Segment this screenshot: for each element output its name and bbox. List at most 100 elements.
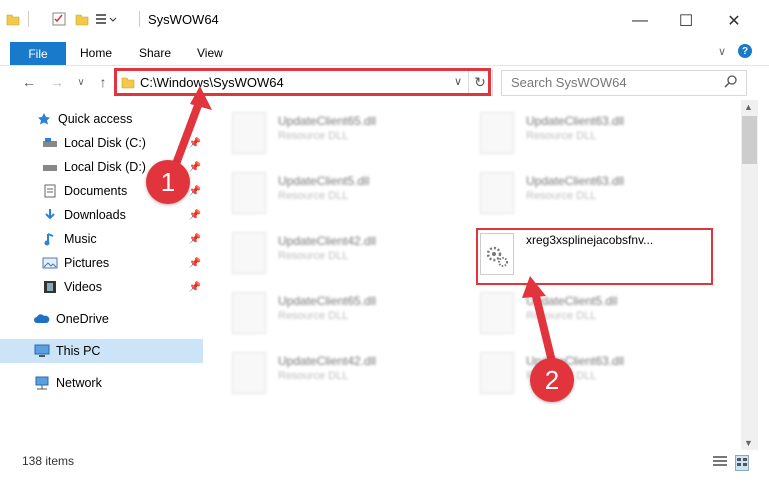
file-item[interactable]: UpdateClient5.dll Resource DLL: [480, 292, 710, 342]
file-item[interactable]: UpdateClient65.dll Resource DLL: [232, 292, 462, 342]
dll-file-icon: [232, 352, 266, 394]
pin-icon: 📌: [188, 137, 201, 149]
computer-icon: [34, 344, 50, 358]
sidebar-item-label: Downloads: [64, 208, 126, 222]
file-type: Resource DLL: [526, 130, 597, 142]
sidebar-item-label: Local Disk (D:): [64, 160, 146, 174]
file-name: UpdateClient5.dll: [278, 174, 370, 188]
pin-icon: 📌: [188, 209, 201, 221]
drive-icon: [42, 160, 58, 174]
scrollbar-thumb[interactable]: [742, 116, 757, 164]
details-view-icon[interactable]: [713, 455, 727, 470]
pin-icon: 📌: [188, 257, 201, 269]
file-type: Resource DLL: [278, 250, 349, 262]
sidebar-item-label: Network: [56, 376, 102, 390]
file-item[interactable]: UpdateClient5.dll Resource DLL: [232, 172, 462, 222]
file-name: UpdateClient42.dll: [278, 354, 377, 368]
dll-file-icon: [480, 352, 514, 394]
dll-file-icon: [480, 172, 514, 214]
videos-icon: [42, 280, 58, 294]
file-name: UpdateClient63.dll: [526, 174, 625, 188]
network-icon: [34, 376, 50, 390]
pictures-icon: [42, 256, 58, 270]
star-icon: [36, 112, 52, 126]
file-name: UpdateClient63.dll: [526, 114, 625, 128]
dll-file-icon: [480, 292, 514, 334]
sidebar-item-label: Videos: [64, 280, 102, 294]
customize-toolbar-icon[interactable]: [95, 12, 117, 26]
target-file-highlight: [476, 228, 713, 285]
tab-share[interactable]: Share: [139, 46, 171, 60]
sidebar-item-videos[interactable]: Videos 📌: [0, 275, 205, 299]
properties-icon[interactable]: [52, 12, 66, 26]
tab-view[interactable]: View: [197, 46, 223, 60]
file-name: UpdateClient65.dll: [278, 114, 377, 128]
drive-icon: [42, 136, 58, 150]
callout-1: 1: [146, 160, 190, 204]
dll-file-icon: [480, 112, 514, 154]
up-button[interactable]: ↑: [94, 73, 112, 91]
scroll-down-icon[interactable]: ▼: [744, 438, 753, 448]
pin-icon: 📌: [188, 161, 201, 173]
callout-2: 2: [530, 358, 574, 402]
documents-icon: [42, 184, 58, 198]
maximize-button[interactable]: ☐: [663, 6, 709, 36]
forward-button[interactable]: →: [48, 73, 66, 91]
dll-file-icon: [232, 112, 266, 154]
file-type: Resource DLL: [278, 130, 349, 142]
file-item[interactable]: UpdateClient63.dll Resource DLL: [480, 352, 710, 402]
sidebar-item-onedrive[interactable]: OneDrive: [0, 307, 205, 331]
recent-locations-button[interactable]: ∨: [72, 73, 90, 91]
file-type: Resource DLL: [278, 310, 349, 322]
divider: [139, 11, 140, 27]
close-button[interactable]: ✕: [711, 6, 757, 36]
file-type: Resource DLL: [278, 190, 349, 202]
file-item[interactable]: UpdateClient65.dll Resource DLL: [232, 112, 462, 162]
pin-icon: 📌: [188, 185, 201, 197]
new-folder-icon[interactable]: [75, 12, 89, 26]
sidebar-item-label: Pictures: [64, 256, 110, 270]
file-name: UpdateClient5.dll: [526, 294, 618, 308]
dll-file-icon: [232, 232, 266, 274]
file-name: UpdateClient42.dll: [278, 234, 377, 248]
folder-icon: [6, 12, 20, 26]
back-button[interactable]: ←: [20, 73, 38, 91]
sidebar-item-pictures[interactable]: Pictures 📌: [0, 251, 205, 275]
sidebar-item-network[interactable]: Network: [0, 371, 205, 395]
sidebar-item-quick-access[interactable]: Quick access: [0, 107, 205, 131]
tab-file[interactable]: File: [10, 42, 66, 65]
file-item[interactable]: UpdateClient63.dll Resource DLL: [480, 172, 710, 222]
minimize-button[interactable]: —: [617, 6, 663, 36]
dll-file-icon: [232, 292, 266, 334]
file-item[interactable]: UpdateClient42.dll Resource DLL: [232, 352, 462, 402]
downloads-icon: [42, 208, 58, 222]
sidebar-item-label: Music: [64, 232, 97, 246]
divider: [28, 11, 29, 27]
pin-icon: 📌: [188, 281, 201, 293]
cloud-icon: [34, 312, 50, 326]
sidebar-item-downloads[interactable]: Downloads 📌: [0, 203, 205, 227]
file-name: UpdateClient65.dll: [278, 294, 377, 308]
search-placeholder: Search SysWOW64: [511, 75, 627, 90]
file-type: Resource DLL: [526, 190, 597, 202]
sidebar-item-this-pc[interactable]: This PC: [0, 339, 203, 363]
large-icons-view-icon[interactable]: [735, 455, 749, 471]
help-icon[interactable]: ?: [738, 44, 752, 58]
scroll-up-icon[interactable]: ▲: [744, 102, 753, 112]
file-item[interactable]: UpdateClient63.dll Resource DLL: [480, 112, 710, 162]
window-title: SysWOW64: [148, 12, 219, 27]
sidebar-item-label: OneDrive: [56, 312, 109, 326]
sidebar-item-label: This PC: [56, 344, 101, 358]
music-icon: [42, 232, 58, 246]
sidebar-item-local-disk-c[interactable]: Local Disk (C:) 📌: [0, 131, 205, 155]
sidebar-item-label: Local Disk (C:): [64, 136, 146, 150]
file-type: Resource DLL: [526, 310, 597, 322]
collapse-ribbon-icon[interactable]: ∨: [718, 45, 726, 58]
sidebar-item-label: Quick access: [58, 112, 133, 126]
file-type: Resource DLL: [278, 370, 349, 382]
tab-home[interactable]: Home: [80, 46, 112, 60]
sidebar-item-music[interactable]: Music 📌: [0, 227, 205, 251]
item-count: 138 items: [22, 454, 75, 468]
search-icon: [724, 74, 738, 91]
file-item[interactable]: UpdateClient42.dll Resource DLL: [232, 232, 462, 282]
